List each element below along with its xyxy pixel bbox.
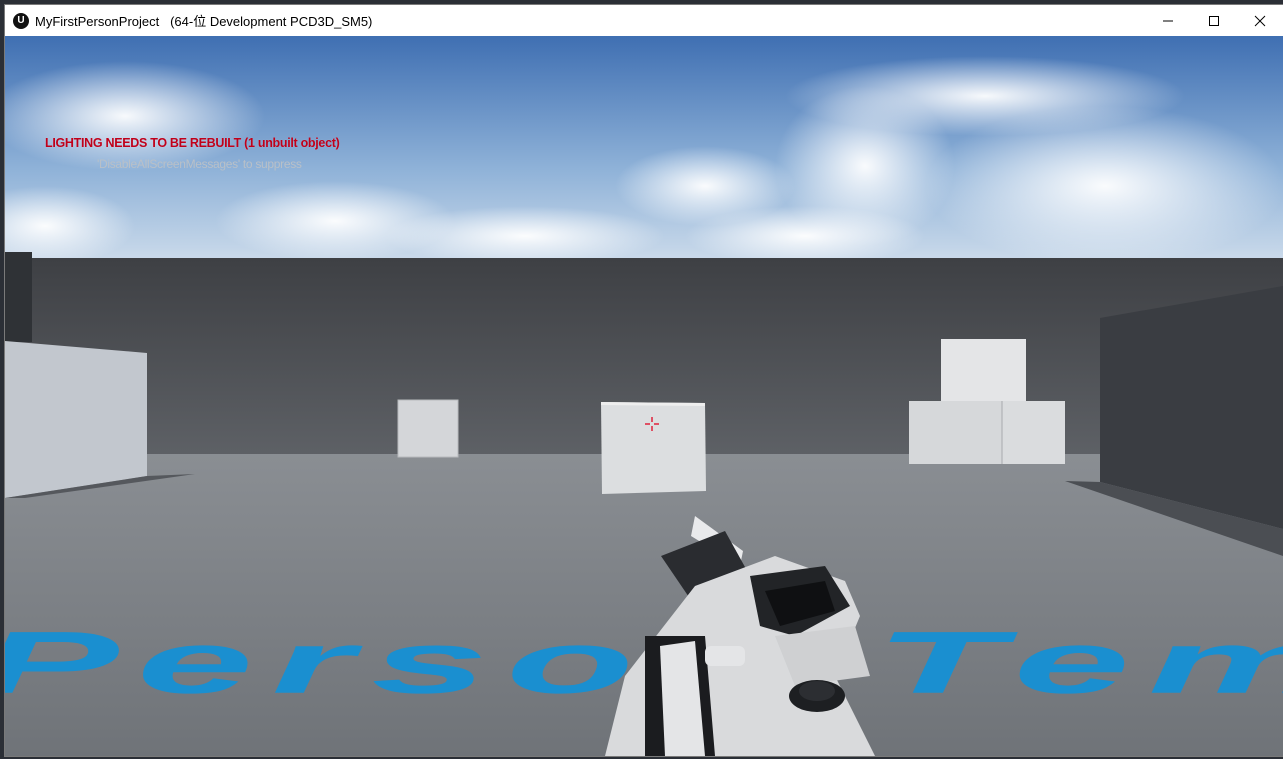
lighting-warning-message: LIGHTING NEEDS TO BE REBUILT (1 unbuilt … xyxy=(45,136,340,150)
window-controls xyxy=(1145,5,1283,36)
suppress-hint-message: 'DisableAllScreenMessages' to suppress xyxy=(97,157,302,171)
close-button[interactable] xyxy=(1237,5,1283,36)
crosshair-icon xyxy=(645,417,659,431)
title-bar[interactable]: U MyFirstPersonProject (64-位 Development… xyxy=(5,5,1283,36)
window-title: MyFirstPersonProject (64-位 Development P… xyxy=(35,14,373,29)
maximize-icon xyxy=(1209,15,1219,26)
minimize-button[interactable] xyxy=(1145,5,1191,36)
game-viewport[interactable]: First Person Template LIGHTING NEEDS TO … xyxy=(5,36,1283,756)
small-cube xyxy=(398,400,458,457)
minimize-icon xyxy=(1163,20,1173,21)
close-icon xyxy=(1254,15,1266,26)
game-window: U MyFirstPersonProject (64-位 Development… xyxy=(5,5,1283,756)
left-cube xyxy=(5,341,147,498)
left-pillar xyxy=(5,252,32,342)
unreal-logo-icon: U xyxy=(13,12,29,29)
maximize-button[interactable] xyxy=(1191,5,1237,36)
